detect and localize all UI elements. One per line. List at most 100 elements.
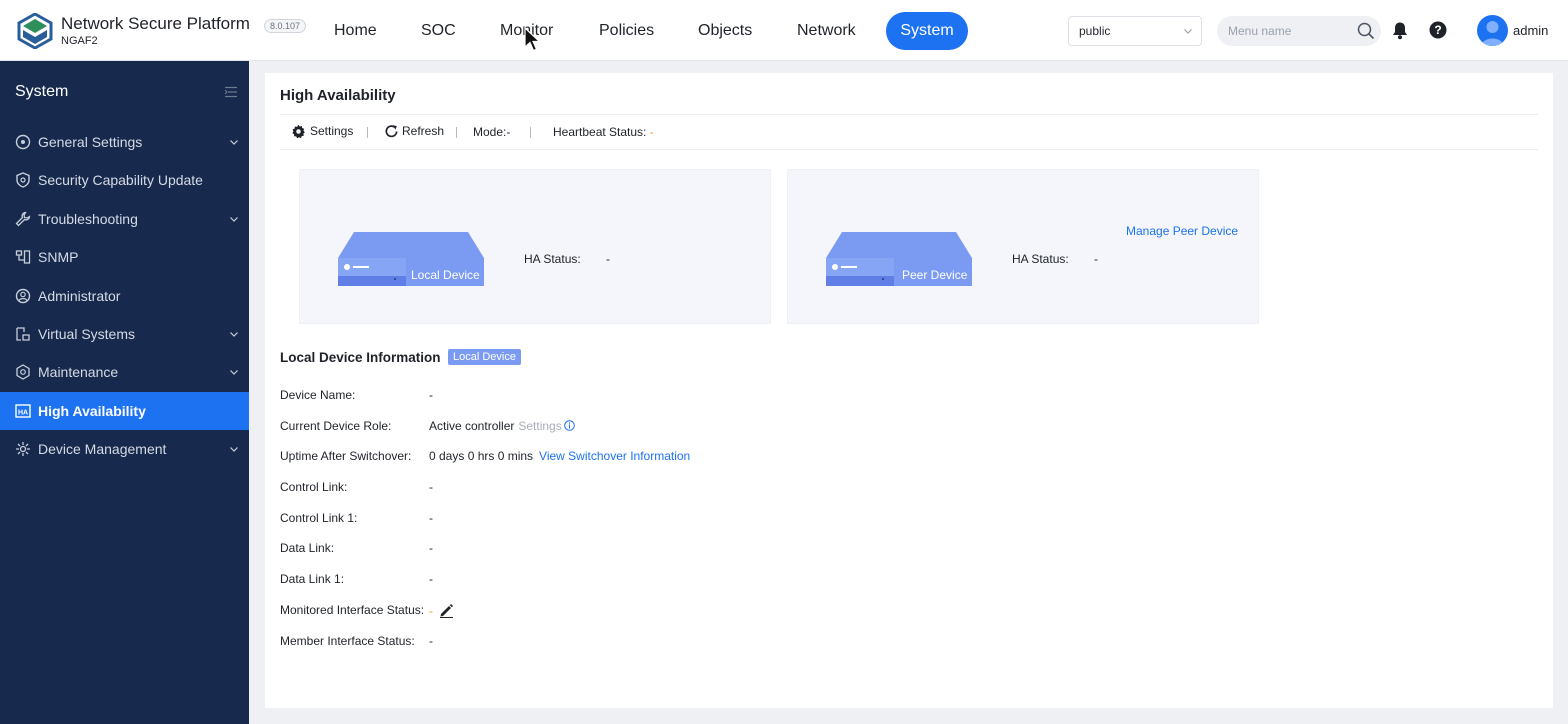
- gear-circle-icon: [15, 134, 31, 150]
- chevron-down-icon: [230, 332, 238, 337]
- info-key: Data Link:: [280, 541, 335, 555]
- info-key: Data Link 1:: [280, 572, 345, 586]
- sidebar-title: System: [15, 83, 69, 100]
- user-circle-icon: [15, 288, 31, 304]
- info-key: Uptime After Switchover:: [280, 449, 412, 463]
- info-value-wrap: Active controller Settings: [429, 419, 575, 433]
- chevron-down-icon: [230, 140, 238, 145]
- heartbeat-status: Heartbeat Status: -: [553, 125, 654, 139]
- peer-device-label: Peer Device: [902, 268, 968, 282]
- sidebar-item-maintenance[interactable]: Maintenance: [0, 353, 249, 391]
- sidebar-item-label: Administrator: [38, 288, 121, 304]
- toolbar-divider: [530, 127, 531, 138]
- chevron-down-icon: [230, 217, 238, 222]
- info-key: Control Link 1:: [280, 511, 358, 525]
- toolbar-divider: [367, 127, 368, 138]
- info-key: Control Link:: [280, 480, 348, 494]
- page-title: High Availability: [280, 87, 396, 104]
- local-device-tag: Local Device: [448, 349, 521, 365]
- nav-network[interactable]: Network: [781, 12, 872, 50]
- device-management-icon: [16, 442, 30, 456]
- brand-title: Network Secure Platform: [61, 14, 250, 33]
- sidebar-item-device-management[interactable]: Device Management: [0, 430, 249, 468]
- shield-icon: [16, 172, 30, 188]
- sidebar-item-high-availability[interactable]: HA High Availability: [0, 392, 249, 430]
- svg-text:HA: HA: [18, 409, 28, 416]
- manage-peer-device-link[interactable]: Manage Peer Device: [1126, 224, 1238, 238]
- toolbar-divider: [456, 127, 457, 138]
- info-value-wrap: 0 days 0 hrs 0 mins View Switchover Infor…: [429, 449, 690, 463]
- sidebar-item-virtual-systems[interactable]: Virtual Systems: [0, 315, 249, 353]
- local-device-label: Local Device: [411, 268, 480, 282]
- avatar[interactable]: [1477, 15, 1508, 46]
- top-bar: Network Secure Platform NGAF2 8.0.107 Ho…: [0, 0, 1568, 61]
- gear-icon: [292, 124, 305, 139]
- nav-objects[interactable]: Objects: [682, 12, 768, 50]
- sidebar-item-label: High Availability: [38, 403, 146, 419]
- svg-text:?: ?: [1434, 23, 1441, 37]
- local-device-card: Local Device HA Status: -: [299, 169, 771, 324]
- search-icon[interactable]: [1357, 22, 1375, 40]
- toolbar: Settings Refresh Mode:- Heartbeat Status…: [280, 115, 1538, 150]
- info-value: Active controller: [429, 419, 515, 433]
- nav-policies[interactable]: Policies: [583, 12, 670, 50]
- nav-system[interactable]: System: [886, 12, 968, 50]
- ha-icon: HA: [15, 404, 31, 418]
- collapse-sidebar-icon[interactable]: [224, 86, 238, 98]
- nav-soc[interactable]: SOC: [405, 12, 472, 50]
- version-badge: 8.0.107: [264, 19, 307, 33]
- info-value: -: [429, 634, 433, 648]
- tenant-select[interactable]: public: [1068, 16, 1202, 46]
- edit-icon[interactable]: [439, 603, 454, 618]
- settings-button[interactable]: Settings: [291, 124, 353, 139]
- info-key: Monitored Interface Status:: [280, 603, 425, 617]
- info-value: -: [429, 511, 433, 525]
- sidebar: System General Settings Security Capabil…: [0, 61, 249, 724]
- info-key: Device Name:: [280, 388, 356, 402]
- nav-home[interactable]: Home: [318, 12, 393, 50]
- bell-icon[interactable]: [1391, 21, 1409, 40]
- mode-status: Mode:-: [473, 125, 511, 139]
- refresh-icon: [385, 125, 398, 138]
- peer-device-card: Peer Device HA Status: - Manage Peer Dev…: [787, 169, 1259, 324]
- sidebar-item-snmp[interactable]: SNMP: [0, 238, 249, 276]
- mouse-cursor-icon: [524, 27, 542, 52]
- peer-ha-status-label: HA Status:: [1012, 252, 1069, 266]
- sidebar-item-label: Device Management: [38, 441, 167, 457]
- info-key: Current Device Role:: [280, 419, 392, 433]
- brand-subtitle: NGAF2: [61, 35, 98, 47]
- local-device-info-title: Local Device Information: [280, 350, 441, 365]
- info-value: -: [429, 604, 433, 618]
- local-ha-status-value: -: [606, 252, 610, 266]
- sidebar-item-label: Troubleshooting: [38, 211, 138, 227]
- main-panel: High Availability Settings Refresh Mode:…: [265, 73, 1553, 708]
- sidebar-item-label: General Settings: [38, 134, 143, 150]
- help-icon[interactable]: ?: [1429, 21, 1447, 39]
- info-value: -: [429, 572, 433, 586]
- info-value-wrap: -: [429, 603, 454, 618]
- chevron-down-icon: [1184, 29, 1192, 34]
- chevron-down-icon: [230, 370, 238, 375]
- virtual-system-icon: [16, 327, 30, 341]
- info-value: 0 days 0 hrs 0 mins: [429, 449, 534, 463]
- info-icon[interactable]: [563, 420, 575, 431]
- peer-ha-status-value: -: [1094, 252, 1098, 266]
- refresh-button-label: Refresh: [402, 124, 445, 138]
- heartbeat-status-value: -: [649, 125, 654, 139]
- info-value: -: [429, 541, 433, 555]
- user-name[interactable]: admin: [1513, 23, 1548, 38]
- maintenance-icon: [16, 364, 30, 380]
- refresh-button[interactable]: Refresh: [384, 124, 444, 138]
- logo-icon[interactable]: [16, 13, 54, 49]
- role-settings-link[interactable]: Settings: [518, 419, 561, 433]
- sidebar-item-troubleshooting[interactable]: Troubleshooting: [0, 200, 249, 238]
- sidebar-item-security-capability-update[interactable]: Security Capability Update: [0, 161, 249, 199]
- sidebar-item-administrator[interactable]: Administrator: [0, 277, 249, 315]
- tenant-select-value: public: [1079, 24, 1111, 38]
- info-key: Member Interface Status:: [280, 634, 415, 648]
- sidebar-item-label: Maintenance: [38, 364, 119, 380]
- heartbeat-status-label: Heartbeat Status:: [553, 125, 647, 139]
- sidebar-item-general-settings[interactable]: General Settings: [0, 123, 249, 161]
- sidebar-item-label: Virtual Systems: [38, 326, 135, 342]
- view-switchover-link[interactable]: View Switchover Information: [539, 449, 690, 463]
